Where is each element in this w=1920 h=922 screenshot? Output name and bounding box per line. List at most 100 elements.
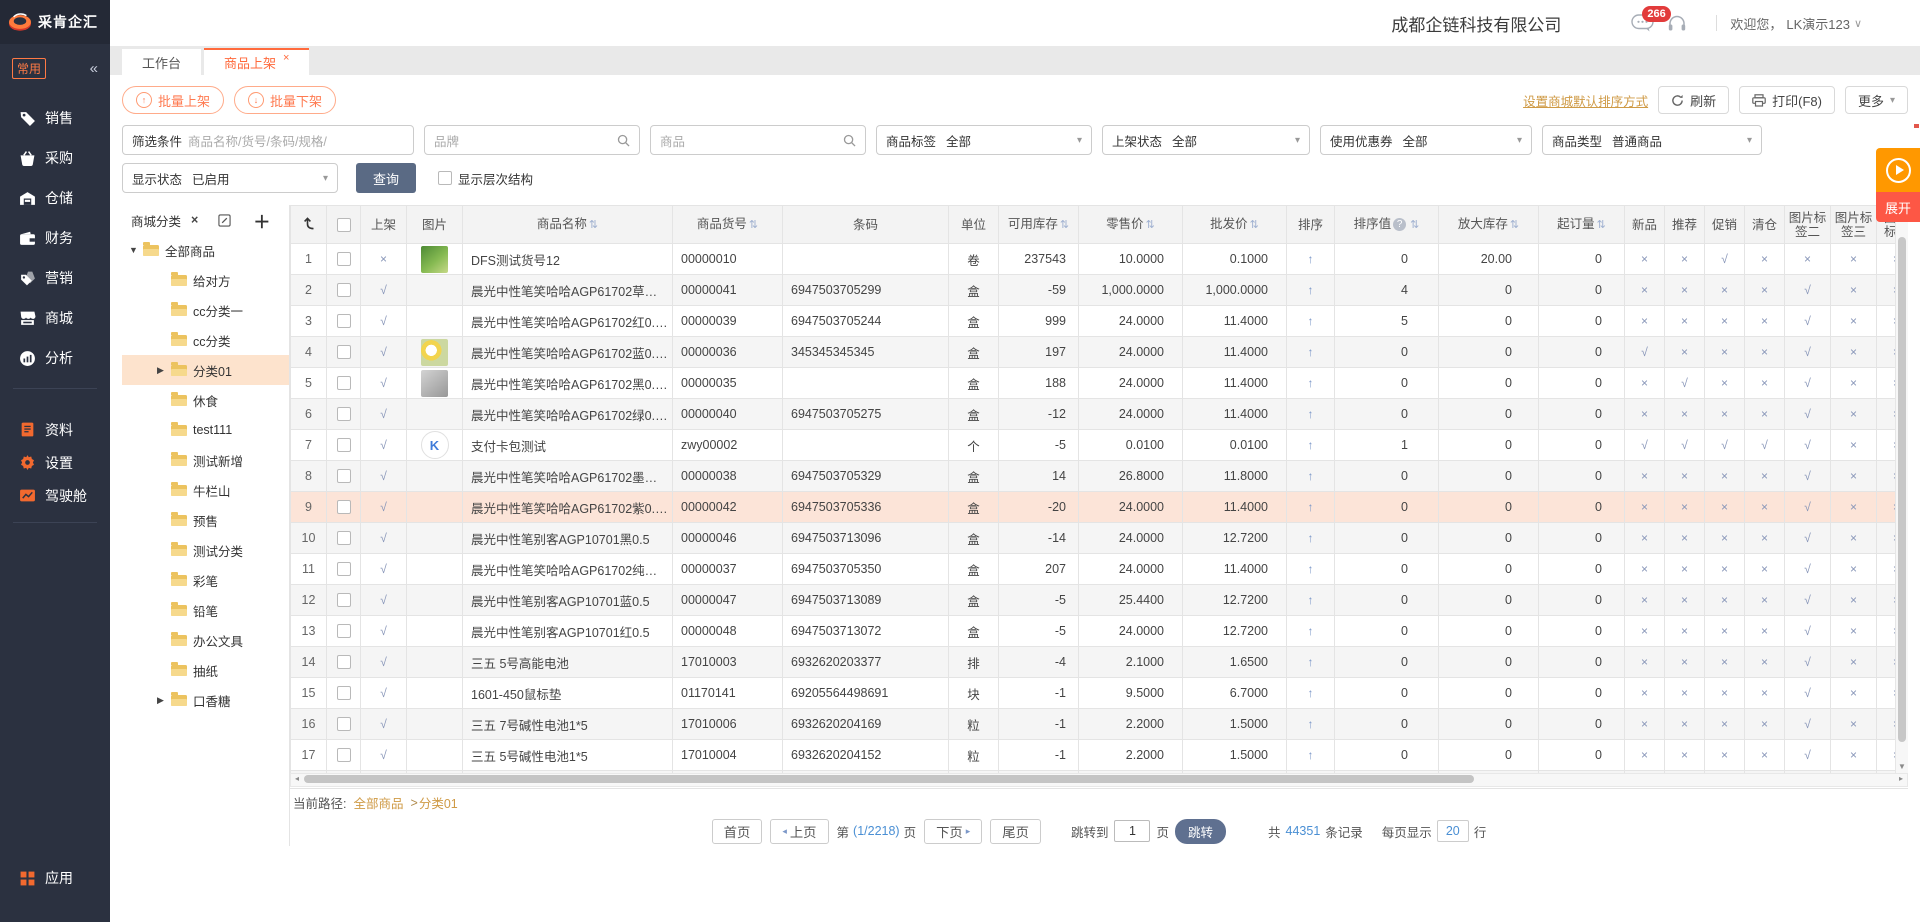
row-checkbox[interactable] <box>337 686 351 700</box>
column-header-zs[interactable]: 放大库存⇅ <box>1439 206 1539 244</box>
vertical-scrollbar[interactable]: ▲ ▼ <box>1895 205 1908 773</box>
tree-item-口香糖[interactable]: ▶口香糖 <box>122 685 289 715</box>
close-tab-icon[interactable]: × <box>283 52 289 64</box>
sort-up-arrow-icon[interactable]: ↑ <box>1308 624 1314 638</box>
table-row[interactable]: 2√晨光中性笔笑哈哈AGP61702草…00000041694750370529… <box>291 275 1909 306</box>
column-header-sku[interactable]: 商品货号⇅ <box>673 206 783 244</box>
sort-icon[interactable]: ⇅ <box>1146 219 1155 231</box>
hierarchy-checkbox[interactable]: 显示层次结构 <box>438 169 533 188</box>
more-button[interactable]: 更多 ▾ <box>1845 86 1908 114</box>
table-row[interactable]: 17√三五 5号碱性电池1*5170100046932620204152粒-12… <box>291 740 1909 771</box>
tab-product-listing[interactable]: 商品上架 × <box>204 48 309 75</box>
product-type-select[interactable]: 商品类型普通商品 ▾ <box>1542 125 1762 155</box>
collapse-sidebar-icon[interactable]: « <box>90 60 98 77</box>
table-row[interactable]: 7√K支付卡包测试zwy00002个-50.01000.0100↑100√√√√… <box>291 430 1909 461</box>
refresh-button[interactable]: 刷新 <box>1658 86 1729 114</box>
tree-item-铅笔[interactable]: 铅笔 <box>122 595 289 625</box>
sort-icon[interactable]: ⇅ <box>1510 219 1519 231</box>
row-checkbox[interactable] <box>337 314 351 328</box>
scrollbar-thumb[interactable] <box>304 775 1474 783</box>
help-icon[interactable]: ? <box>1393 218 1406 231</box>
table-row[interactable]: 1×DFS测试货号1200000010卷23754310.00000.1000↑… <box>291 244 1909 275</box>
tree-item-预售[interactable]: 预售 <box>122 505 289 535</box>
row-checkbox[interactable] <box>337 438 351 452</box>
sort-up-arrow-icon[interactable]: ↑ <box>1308 593 1314 607</box>
batch-list-button[interactable]: ↑ 批量上架 <box>122 86 224 114</box>
close-icon[interactable]: × <box>191 213 198 227</box>
sort-icon[interactable]: ⇅ <box>1597 219 1606 231</box>
tree-caret-icon[interactable]: ▶ <box>157 365 171 376</box>
select-all-checkbox[interactable] <box>337 218 351 232</box>
table-row[interactable]: 4√晨光中性笔笑哈哈AGP61702蓝0.…000000363453453453… <box>291 337 1909 368</box>
product-thumbnail[interactable] <box>421 339 448 366</box>
table-row[interactable]: 12√晨光中性笔别客AGP10701蓝0.5000000476947503713… <box>291 585 1909 616</box>
sort-icon[interactable]: ⇅ <box>1250 219 1259 231</box>
row-checkbox[interactable] <box>337 748 351 762</box>
row-checkbox[interactable] <box>337 531 351 545</box>
sidebar-item-销售[interactable]: 销售 <box>0 98 110 138</box>
product-thumbnail[interactable]: K <box>421 431 449 459</box>
horizontal-scrollbar[interactable]: ◂ ▸ <box>290 773 1908 787</box>
tree-item-休食[interactable]: 休食 <box>122 385 289 415</box>
sidebar-item-apps[interactable]: 应用 <box>0 858 110 898</box>
add-category-icon[interactable]: ＋ <box>253 208 270 233</box>
sort-up-arrow-icon[interactable]: ↑ <box>1308 562 1314 576</box>
checkbox[interactable] <box>438 171 452 185</box>
tree-item-彩笔[interactable]: 彩笔 <box>122 565 289 595</box>
keyword-input[interactable]: 筛选条件 商品名称/货号/条码/规格/ <box>122 125 414 155</box>
next-page-button[interactable]: 下页 ▸ <box>924 819 982 844</box>
sort-up-arrow-icon[interactable]: ↑ <box>1308 314 1314 328</box>
brand-input[interactable]: 品牌 <box>424 125 640 155</box>
table-row[interactable]: 16√三五 7号碱性电池1*5170100066932620204169粒-12… <box>291 709 1909 740</box>
sort-up-arrow-icon[interactable]: ↑ <box>1308 469 1314 483</box>
scrollbar-thumb[interactable] <box>1898 237 1906 742</box>
column-header-mo[interactable]: 起订量⇅ <box>1539 206 1625 244</box>
row-checkbox[interactable] <box>337 407 351 421</box>
last-page-button[interactable]: 尾页 <box>990 819 1041 844</box>
row-checkbox[interactable] <box>337 469 351 483</box>
sort-up-arrow-icon[interactable]: ↑ <box>1308 376 1314 390</box>
row-checkbox[interactable] <box>337 376 351 390</box>
video-guide-button[interactable] <box>1876 148 1920 192</box>
sort-up-arrow-icon[interactable]: ↑ <box>1308 283 1314 297</box>
tree-item-test111[interactable]: test111 <box>122 415 289 445</box>
table-row[interactable]: 9√晨光中性笔笑哈哈AGP61702紫0.…000000426947503705… <box>291 492 1909 523</box>
row-checkbox[interactable] <box>337 562 351 576</box>
tree-item-测试新增[interactable]: 测试新增 <box>122 445 289 475</box>
column-header-name[interactable]: 商品名称⇅ <box>463 206 673 244</box>
column-header-wp[interactable]: 批发价⇅ <box>1183 206 1287 244</box>
messages-button[interactable]: 266 <box>1631 14 1654 33</box>
tree-item-cc分类[interactable]: cc分类 <box>122 325 289 355</box>
sort-up-arrow-icon[interactable]: ↑ <box>1308 345 1314 359</box>
listing-status-select[interactable]: 上架状态全部 ▾ <box>1102 125 1310 155</box>
sort-icon[interactable]: ⇅ <box>1410 219 1419 231</box>
tree-item-分类01[interactable]: ▶分类01 <box>122 355 289 385</box>
column-header-stock[interactable]: 可用库存⇅ <box>999 206 1079 244</box>
sort-icon[interactable]: ⇅ <box>1060 219 1069 231</box>
sort-up-arrow-icon[interactable]: ↑ <box>1308 748 1314 762</box>
sidebar-item-设置[interactable]: 设置 <box>0 446 110 479</box>
scroll-right-icon[interactable]: ▸ <box>1895 774 1907 784</box>
prev-page-button[interactable]: ◂ 上页 <box>770 819 828 844</box>
product-thumbnail[interactable] <box>421 246 448 273</box>
sort-up-arrow-icon[interactable]: ↑ <box>1308 686 1314 700</box>
row-checkbox[interactable] <box>337 500 351 514</box>
product-thumbnail[interactable] <box>421 370 448 397</box>
edit-icon[interactable] <box>218 214 231 227</box>
table-row[interactable]: 10√晨光中性笔别客AGP10701黑0.5000000466947503713… <box>291 523 1909 554</box>
sidebar-item-分析[interactable]: 分析 <box>0 338 110 378</box>
tree-item-办公文具[interactable]: 办公文具 <box>122 625 289 655</box>
path-root-link[interactable]: 全部商品 <box>353 793 403 812</box>
sidebar-item-营销[interactable]: 营销 <box>0 258 110 298</box>
table-row[interactable]: 5√晨光中性笔笑哈哈AGP61702黑0.…00000035盒18824.000… <box>291 368 1909 399</box>
table-row[interactable]: 14√三五 5号高能电池170100036932620203377排-42.10… <box>291 647 1909 678</box>
sidebar-item-商城[interactable]: 商城 <box>0 298 110 338</box>
table-row[interactable]: 6√晨光中性笔笑哈哈AGP61702绿0.…000000406947503705… <box>291 399 1909 430</box>
sidebar-item-财务[interactable]: 财务 <box>0 218 110 258</box>
table-row[interactable]: 13√晨光中性笔别客AGP10701红0.5000000486947503713… <box>291 616 1909 647</box>
row-checkbox[interactable] <box>337 655 351 669</box>
row-checkbox[interactable] <box>337 717 351 731</box>
coupon-select[interactable]: 使用优惠券全部 ▾ <box>1320 125 1532 155</box>
row-checkbox[interactable] <box>337 252 351 266</box>
tab-workbench[interactable]: 工作台 <box>122 49 201 75</box>
